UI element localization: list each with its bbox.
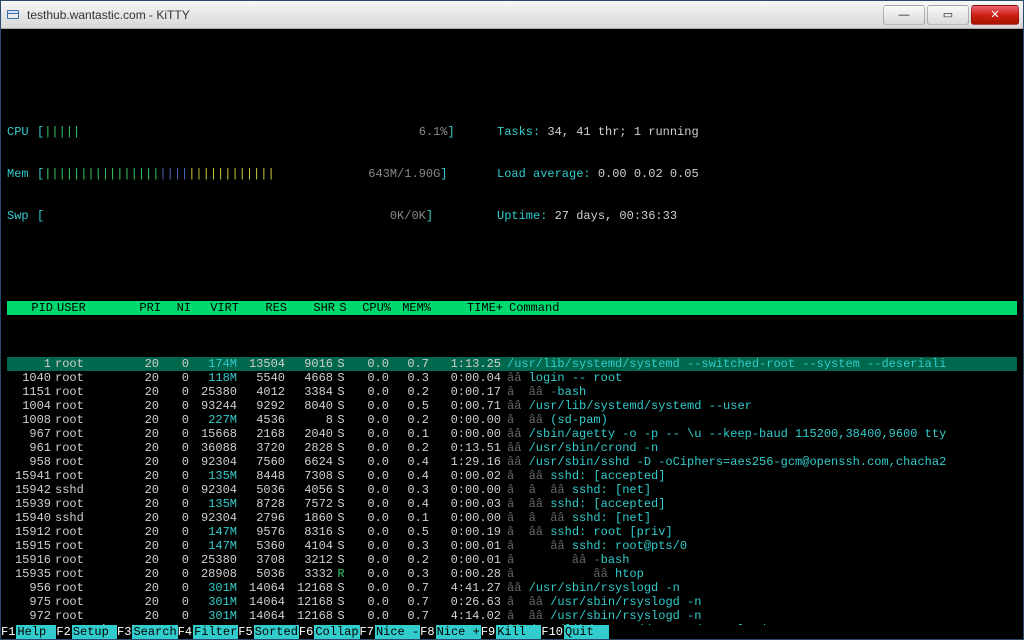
app-icon: [5, 7, 21, 23]
app-window: testhub.wantastic.com - KiTTY — ▭ ✕ CPU …: [0, 0, 1024, 640]
table-row[interactable]: 15939root200135M87287572S0.00.40:00.03â …: [7, 497, 1017, 511]
table-row[interactable]: 15915root200147M53604104S0.00.30:00.01â …: [7, 539, 1017, 553]
uptime-value: 27 days, 00:36:33: [555, 209, 677, 223]
fkey-f9[interactable]: F9Kill: [481, 625, 542, 639]
table-row[interactable]: 961root2003608837202828S0.00.20:13.51ââ …: [7, 441, 1017, 455]
function-keys: F1Help F2Setup F3SearchF4FilterF5SortedF…: [1, 625, 1023, 639]
table-row[interactable]: 975root200301M1406412168S0.00.70:26.63â …: [7, 595, 1017, 609]
col-mem[interactable]: MEM%: [391, 301, 431, 315]
maximize-button[interactable]: ▭: [927, 5, 969, 25]
col-ni[interactable]: NI: [161, 301, 191, 315]
terminal[interactable]: CPU [||||| 6.1%] Tasks: 34, 41 thr; 1 ru…: [1, 29, 1023, 639]
process-list[interactable]: 1root200174M135049016S0.00.71:13.25/usr/…: [7, 357, 1017, 639]
fkey-f3[interactable]: F3Search: [117, 625, 178, 639]
table-row[interactable]: 958root2009230475606624S0.00.41:29.16ââ …: [7, 455, 1017, 469]
table-row[interactable]: 15941root200135M84487308S0.00.40:00.02â …: [7, 469, 1017, 483]
fkey-f2[interactable]: F2Setup: [56, 625, 117, 639]
window-buttons: — ▭ ✕: [881, 5, 1019, 25]
table-row[interactable]: 1004root2009324492928040S0.00.50:00.71ââ…: [7, 399, 1017, 413]
load-value: 0.00 0.02 0.05: [598, 167, 699, 181]
table-row[interactable]: 1root200174M135049016S0.00.71:13.25/usr/…: [7, 357, 1017, 371]
mem-label: Mem: [7, 167, 37, 181]
fkey-f5[interactable]: F5Sorted: [238, 625, 299, 639]
fkey-f10[interactable]: F10Quit: [541, 625, 609, 639]
tasks-label: Tasks:: [497, 125, 547, 139]
table-row[interactable]: 1040root200118M55404668S0.00.30:00.04ââ …: [7, 371, 1017, 385]
col-shr[interactable]: SHR: [287, 301, 335, 315]
window-title: testhub.wantastic.com - KiTTY: [27, 8, 881, 22]
fkey-f8[interactable]: F8Nice +: [420, 625, 481, 639]
table-row[interactable]: 15916root2002538037083212S0.00.20:00.01â…: [7, 553, 1017, 567]
col-pid[interactable]: PID: [9, 301, 53, 315]
col-virt[interactable]: VIRT: [191, 301, 239, 315]
mem-bar: [|||||||||||||||||||||||||||||||| 643M/1…: [37, 167, 467, 181]
swp-label: Swp: [7, 209, 37, 223]
table-row[interactable]: 15912root200147M95768316S0.00.50:00.19â …: [7, 525, 1017, 539]
fkey-f1[interactable]: F1Help: [1, 625, 56, 639]
col-res[interactable]: RES: [239, 301, 287, 315]
table-row[interactable]: 972root200301M1406412168S0.00.74:14.02â …: [7, 609, 1017, 623]
col-cmd[interactable]: Command: [503, 301, 1015, 315]
table-row[interactable]: 15942sshd2009230450364056S0.00.30:00.00â…: [7, 483, 1017, 497]
col-s[interactable]: S: [335, 301, 351, 315]
load-label: Load average:: [497, 167, 598, 181]
close-button[interactable]: ✕: [971, 5, 1019, 25]
table-row[interactable]: 1008root200227M45368S0.00.20:00.00â ââ (…: [7, 413, 1017, 427]
table-row[interactable]: 15940sshd2009230427961860S0.00.10:00.00â…: [7, 511, 1017, 525]
titlebar[interactable]: testhub.wantastic.com - KiTTY — ▭ ✕: [1, 1, 1023, 29]
minimize-button[interactable]: —: [883, 5, 925, 25]
process-header[interactable]: PID USER PRI NI VIRT RES SHR S CPU% MEM%…: [7, 301, 1017, 315]
cpu-label: CPU: [7, 125, 37, 139]
fkey-f7[interactable]: F7Nice -: [360, 625, 421, 639]
col-pri[interactable]: PRI: [127, 301, 161, 315]
table-row[interactable]: 956root200301M1406412168S0.00.74:41.27ââ…: [7, 581, 1017, 595]
col-time[interactable]: TIME+: [431, 301, 503, 315]
uptime-label: Uptime:: [497, 209, 555, 223]
fkey-f6[interactable]: F6Collap: [299, 625, 360, 639]
table-row[interactable]: 967root2001566821682040S0.00.10:00.00ââ …: [7, 427, 1017, 441]
meters: CPU [||||| 6.1%] Tasks: 34, 41 thr; 1 ru…: [7, 97, 1017, 251]
col-user[interactable]: USER: [53, 301, 127, 315]
table-row[interactable]: 1151root2002538040123384S0.00.20:00.17â …: [7, 385, 1017, 399]
cpu-bar: [||||| 6.1%]: [37, 125, 467, 139]
col-cpu[interactable]: CPU%: [351, 301, 391, 315]
swp-bar: [ 0K/0K]: [37, 209, 467, 223]
table-row[interactable]: 15935root2002890850363332R0.00.30:00.28â…: [7, 567, 1017, 581]
tasks-value: 34, 41 thr; 1 running: [547, 125, 698, 139]
fkey-f4[interactable]: F4Filter: [178, 625, 239, 639]
